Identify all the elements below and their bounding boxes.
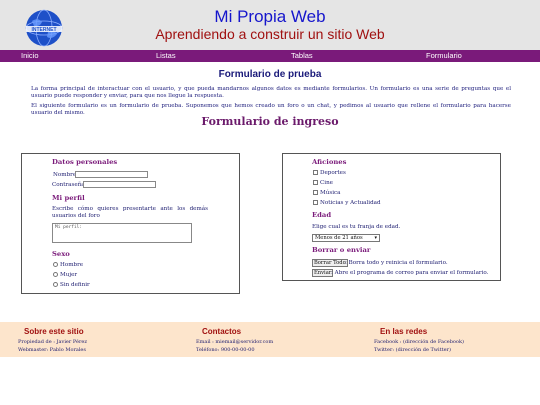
aficion-label-cine: Cine (320, 180, 333, 186)
footer-owner: Propiedad de : Javier Pérez (18, 339, 87, 345)
main-nav: Inicio Listas Tablas Formulario (0, 50, 540, 62)
footer-webmaster: Webmaster: Pablo Morales (18, 347, 86, 353)
footer-social-title: En las redes (380, 327, 428, 336)
borrar-description: : Borra todo y reinicia el formulario. (345, 260, 448, 266)
edad-description: Elige cual es tu franja de edad. (312, 224, 401, 230)
aficion-checkbox-noticias[interactable] (313, 200, 318, 205)
footer-twitter[interactable]: Twitter: (dirección de Twitter) (374, 347, 451, 353)
page-title: Formulario de prueba (218, 69, 322, 80)
aficion-label-noticias: Noticias y Actualidad (320, 200, 381, 206)
aficion-checkbox-cine[interactable] (313, 180, 318, 185)
site-footer: Sobre este sitio Propiedad de : Javier P… (0, 322, 540, 357)
footer-email: Email : miemail@servidor.com (196, 339, 274, 345)
site-header: INTERNET Mi Propia Web Aprendiendo a con… (0, 0, 540, 50)
edad-select[interactable]: Menos de 21 años ▾ (312, 234, 380, 242)
site-subtitle: Aprendiendo a construir un sitio Web (155, 26, 385, 42)
sexo-radio-sin-definir[interactable] (53, 282, 58, 287)
borrar-enviar-title: Borrar o enviar (312, 246, 371, 254)
aficion-checkbox-deportes[interactable] (313, 170, 318, 175)
nav-item-listas[interactable]: Listas (156, 51, 176, 60)
perfil-description: Escribe cómo quieres presentarte ante lo… (52, 206, 208, 219)
footer-contact-title: Contactos (202, 327, 242, 336)
sexo-radio-mujer[interactable] (53, 272, 58, 277)
edad-title: Edad (312, 211, 332, 219)
aficion-label-musica: Música (320, 190, 341, 196)
footer-phone: Teléfono: 900-00-00-00 (196, 347, 255, 353)
enviar-description: : Abre el programa de correo para enviar… (331, 270, 489, 276)
mi-perfil-title: Mi perfil (52, 194, 85, 202)
sexo-radio-hombre[interactable] (53, 262, 58, 267)
password-label: Contraseña: (52, 182, 87, 188)
perfil-textarea[interactable]: Mi perfil: (52, 223, 192, 243)
intro-paragraph: La forma principal de interactuar con el… (31, 86, 511, 99)
sexo-label-mujer: Mujer (60, 272, 78, 278)
sexo-title: Sexo (52, 250, 70, 258)
nombre-input[interactable] (75, 171, 148, 178)
sexo-label-sin-definir: Sin definir (60, 282, 90, 288)
nav-item-formulario[interactable]: Formulario (426, 51, 462, 60)
borrar-todo-button[interactable]: Borrar Todo (312, 259, 348, 267)
sexo-label-hombre: Hombre (60, 262, 84, 268)
password-input[interactable] (83, 181, 156, 188)
nav-item-tablas[interactable]: Tablas (291, 51, 313, 60)
edad-selected-value: Menos de 21 años (315, 235, 363, 241)
chevron-down-icon: ▾ (374, 235, 377, 241)
aficion-label-deportes: Deportes (320, 170, 346, 176)
form-title: Formulario de ingreso (201, 115, 339, 128)
datos-personales-title: Datos personales (52, 158, 118, 166)
aficiones-title: Aficiones (312, 158, 347, 166)
footer-about-title: Sobre este sitio (24, 327, 84, 336)
footer-facebook[interactable]: Facebook : (dirección de Facebook) (374, 339, 464, 345)
site-title: Mi Propia Web (214, 7, 326, 26)
aficion-checkbox-musica[interactable] (313, 190, 318, 195)
nav-item-inicio[interactable]: Inicio (21, 51, 39, 60)
